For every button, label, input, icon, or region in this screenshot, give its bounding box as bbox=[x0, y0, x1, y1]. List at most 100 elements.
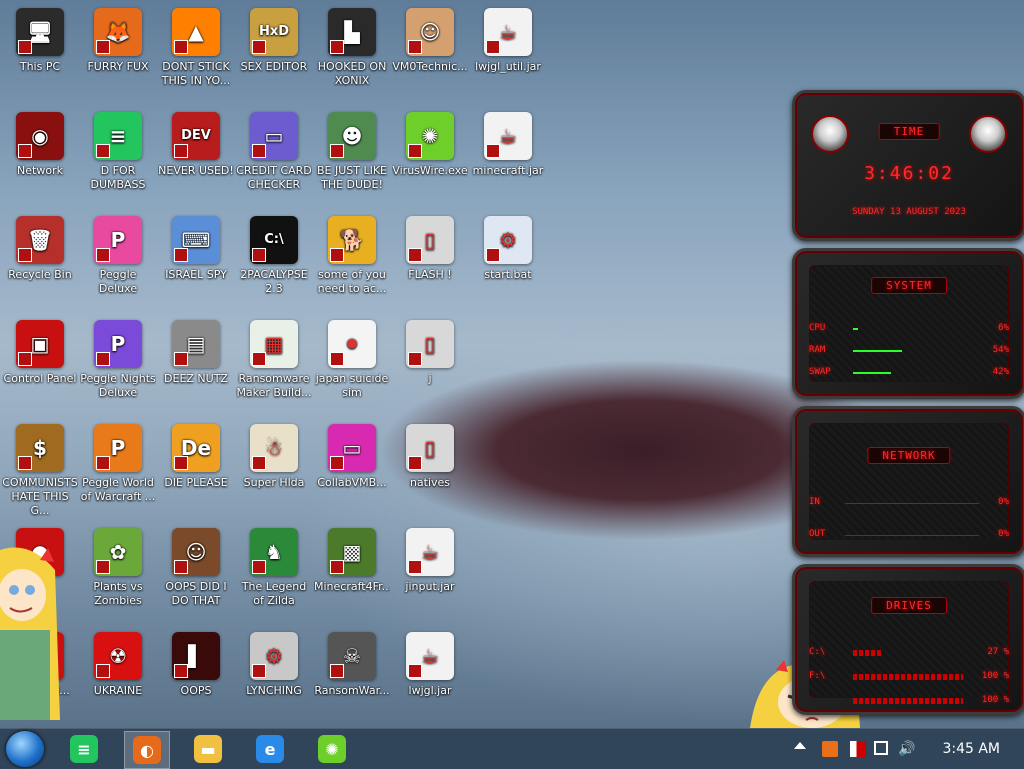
app-tray-icon[interactable] bbox=[822, 741, 838, 757]
network-panel-inner bbox=[809, 423, 1009, 540]
desktop-icon[interactable]: ▲ DONT STICK THIS IN YO... bbox=[158, 8, 234, 108]
desktop-icon-label: This PC bbox=[19, 60, 61, 73]
desktop-icon[interactable]: 🐕 some of you need to ac... bbox=[314, 216, 390, 316]
network-status-icon[interactable] bbox=[874, 741, 888, 755]
traffic-graph bbox=[845, 535, 979, 536]
desktop-icon[interactable]: ♞ The Legend of Zilda bbox=[236, 528, 312, 628]
desktop-icon[interactable]: ▯ natives bbox=[392, 424, 468, 524]
viruswire-app-taskbar-button[interactable]: ✺ bbox=[310, 731, 354, 767]
system-monitor-widget[interactable]: TIME 3:46:02 SUNDAY 13 AUGUST 2023 SYSTE… bbox=[792, 90, 1024, 715]
desktop[interactable]: 🖥 This PC 🦊 FURRY FUX ▲ DONT STICK THIS IN YO… bbox=[0, 0, 1024, 728]
shortcut-badge-icon bbox=[252, 456, 266, 470]
app-icon: P bbox=[94, 424, 142, 472]
desktop-icon[interactable]: ☕ jinput.jar bbox=[392, 528, 468, 628]
desktop-icon[interactable]: ▣ Control Panel bbox=[2, 320, 78, 420]
desktop-icon[interactable]: 🖥 This PC bbox=[2, 8, 78, 108]
app-icon: ▤ bbox=[172, 320, 220, 368]
desktop-icon[interactable]: ⚫ japan suicide sim bbox=[314, 320, 390, 420]
widget-row: F:\ 100 % bbox=[809, 671, 1009, 683]
shortcut-badge-icon bbox=[252, 40, 266, 54]
shortcut-badge-icon bbox=[252, 248, 266, 262]
desktop-icon[interactable]: ☺ VM0Technic... bbox=[392, 8, 468, 108]
desktop-icon-label: some of you need to ac... bbox=[317, 268, 387, 295]
desktop-icon-label: ISRAEL SPY bbox=[165, 268, 227, 281]
usage-bar bbox=[853, 372, 891, 374]
widget-row-value: 100 % bbox=[981, 695, 1009, 705]
widget-row: RAM 54% bbox=[809, 345, 1009, 357]
desktop-icon[interactable]: ☕ lwjgl_util.jar bbox=[470, 8, 546, 108]
desktop-icon[interactable]: ☃ Super Hlda bbox=[236, 424, 312, 524]
app-icon: C:\ bbox=[250, 216, 298, 264]
desktop-icon[interactable]: ▯ j bbox=[392, 320, 468, 420]
shortcut-badge-icon bbox=[96, 144, 110, 158]
desktop-icon[interactable]: ▭ CollabVMB... bbox=[314, 424, 390, 524]
desktop-icon[interactable]: C:\ 2PACALYPSE 2.3 bbox=[236, 216, 312, 316]
desktop-icon-label: FURRY FUX bbox=[87, 60, 149, 73]
shortcut-badge-icon bbox=[96, 456, 110, 470]
desktop-icon[interactable]: ▯ FLASH ! bbox=[392, 216, 468, 316]
desktop-icon[interactable]: P Peggle Deluxe bbox=[80, 216, 156, 316]
internet-explorer-app-icon: e bbox=[256, 735, 284, 763]
desktop-icon[interactable]: ⚙ start.bat bbox=[470, 216, 546, 316]
desktop-icon[interactable]: ☕ lwjgl.jar bbox=[392, 632, 468, 732]
app-icon: 🐕 bbox=[328, 216, 376, 264]
usage-bar bbox=[853, 328, 859, 330]
desktop-icon[interactable]: ⚙ LYNCHING bbox=[236, 632, 312, 732]
desktop-icon[interactable]: ▤ DEEZ NUTZ bbox=[158, 320, 234, 420]
shortcut-badge-icon bbox=[18, 144, 32, 158]
desktop-icon[interactable]: De DIE PLEASE bbox=[158, 424, 234, 524]
desktop-icon[interactable]: DEV NEVER USED! bbox=[158, 112, 234, 212]
green-chat-app-icon: ≡ bbox=[70, 735, 98, 763]
app-icon: ⚙ bbox=[250, 632, 298, 680]
shortcut-badge-icon bbox=[486, 144, 500, 158]
firefox-app-taskbar-button[interactable]: ◐ bbox=[124, 731, 170, 769]
show-hidden-icons-icon[interactable] bbox=[794, 742, 806, 749]
desktop-icon[interactable]: P Peggle Nights Deluxe bbox=[80, 320, 156, 420]
start-button[interactable] bbox=[6, 731, 44, 767]
shortcut-badge-icon bbox=[408, 352, 422, 366]
desktop-icon-label: lwjgl_util.jar bbox=[475, 60, 541, 73]
app-icon: ▦ bbox=[250, 320, 298, 368]
desktop-icon[interactable]: ✺ VirusWire.exe bbox=[392, 112, 468, 212]
desktop-icon-label: D FOR DUMBASS bbox=[90, 164, 146, 191]
taskbar: ≡ ◐ ▬ e ✺ 🔊 3:45 AM bbox=[0, 728, 1024, 769]
app-icon: ▌ bbox=[172, 632, 220, 680]
desktop-icon[interactable]: ☻ BE JUST LIKE THE DUDE! bbox=[314, 112, 390, 212]
desktop-icon[interactable]: ▙ HOOKED ON XONIX bbox=[314, 8, 390, 108]
desktop-icon-label: Recycle Bin bbox=[8, 268, 72, 281]
desktop-icon[interactable]: ▌ OOPS bbox=[158, 632, 234, 732]
green-chat-app-taskbar-button[interactable]: ≡ bbox=[62, 731, 106, 767]
desktop-icon-label: LYNCHING bbox=[246, 684, 302, 697]
file-explorer-app-taskbar-button[interactable]: ▬ bbox=[186, 731, 230, 767]
desktop-icon[interactable]: ▭ CREDIT CARD CHECKER bbox=[236, 112, 312, 212]
usage-bar bbox=[853, 350, 902, 352]
viruswire-app-icon: ✺ bbox=[318, 735, 346, 763]
desktop-icon-label: start.bat bbox=[484, 268, 532, 281]
internet-explorer-app-taskbar-button[interactable]: e bbox=[248, 731, 292, 767]
desktop-icon[interactable]: 🗑 Recycle Bin bbox=[2, 216, 78, 316]
desktop-icon[interactable]: ✿ Plants vs Zombies bbox=[80, 528, 156, 628]
desktop-icon[interactable]: ⌨ ISRAEL SPY bbox=[158, 216, 234, 316]
desktop-icon[interactable]: ☺ OOPS DID I DO THAT bbox=[158, 528, 234, 628]
drives-panel: DRIVES C:\ 27 % F:\ 100 % 100 % bbox=[792, 564, 1024, 715]
desktop-icon[interactable]: ≡ D FOR DUMBASS bbox=[80, 112, 156, 212]
desktop-icon[interactable]: ☢ UKRAINE bbox=[80, 632, 156, 732]
desktop-icon[interactable]: ◉ Network bbox=[2, 112, 78, 212]
desktop-icon[interactable]: P Peggle World of Warcraft ... bbox=[80, 424, 156, 524]
desktop-icon-label: UKRAINE bbox=[93, 684, 143, 697]
volume-icon[interactable]: 🔊 bbox=[898, 741, 915, 757]
shortcut-badge-icon bbox=[330, 352, 344, 366]
desktop-icon-label: natives bbox=[409, 476, 451, 489]
desktop-icon[interactable]: ▦ Ransomware Maker Build... bbox=[236, 320, 312, 420]
desktop-icon[interactable]: HxD SEX EDITOR bbox=[236, 8, 312, 108]
taskbar-clock[interactable]: 3:45 AM bbox=[942, 741, 1000, 757]
desktop-icon[interactable]: $ COMMUNISTS HATE THIS G... bbox=[2, 424, 78, 524]
app-icon: ▣ bbox=[16, 320, 64, 368]
desktop-icon[interactable]: ☠ RansomWar... bbox=[314, 632, 390, 732]
action-center-flag-icon[interactable] bbox=[850, 741, 866, 757]
desktop-icon[interactable]: ▩ Minecraft4Fr... bbox=[314, 528, 390, 628]
shortcut-badge-icon bbox=[408, 456, 422, 470]
desktop-icon[interactable]: ☕ minecraft.jar bbox=[470, 112, 546, 212]
desktop-icon-label: SEX EDITOR bbox=[240, 60, 308, 73]
desktop-icon[interactable]: 🦊 FURRY FUX bbox=[80, 8, 156, 108]
